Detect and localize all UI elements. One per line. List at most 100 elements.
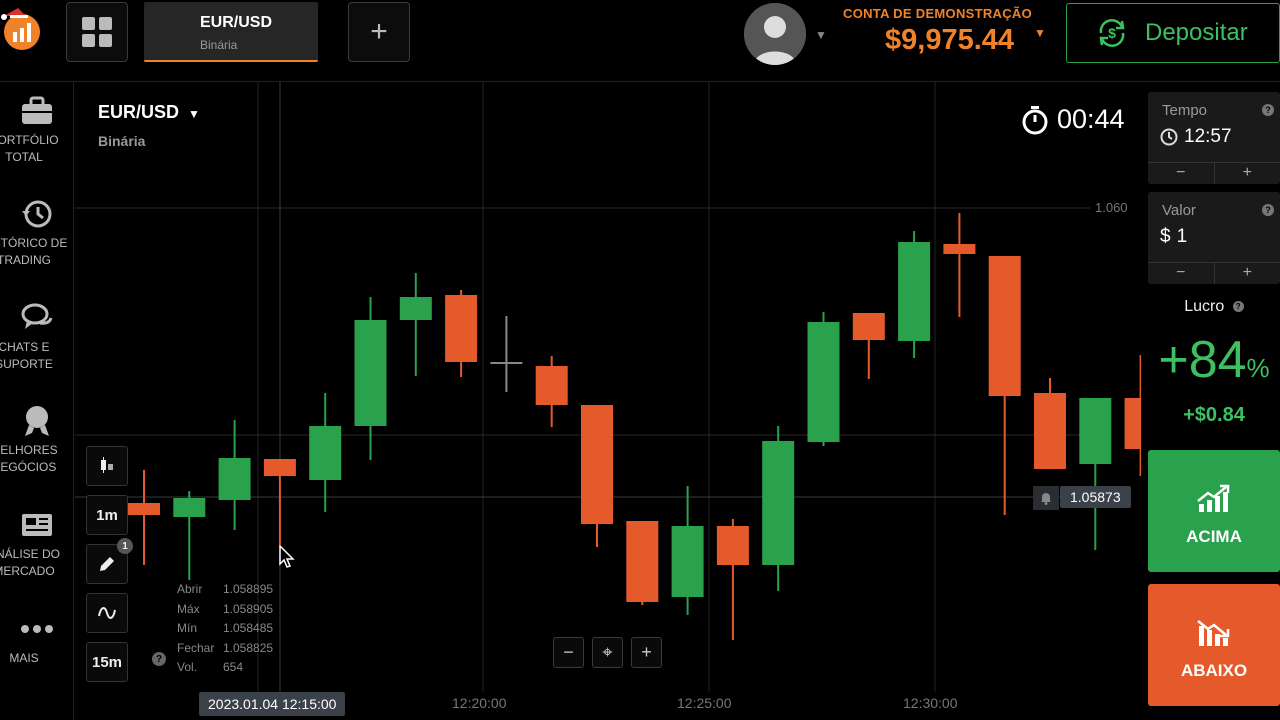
balance-chevron-down-icon[interactable]: ▼ bbox=[1034, 26, 1046, 40]
zoom-out-button[interactable]: − bbox=[553, 637, 584, 668]
timeframe-button[interactable]: 1m bbox=[86, 495, 128, 535]
ohlc-help-icon[interactable]: ? bbox=[152, 652, 166, 666]
sidebar-item-best-deals[interactable]: MELHORES NEGÓCIOS bbox=[0, 404, 73, 476]
time-value[interactable]: 12:57 bbox=[1160, 126, 1232, 148]
chevron-down-icon[interactable]: ▼ bbox=[815, 28, 827, 42]
hover-date-label: 2023.01.04 12:15:00 bbox=[199, 692, 346, 716]
trend-up-icon bbox=[1197, 484, 1230, 512]
amount-increase-button[interactable]: + bbox=[1215, 263, 1280, 284]
x-tick-label: 12:25:00 bbox=[677, 695, 732, 711]
asset-tab-eurusd[interactable]: EUR/USD Binária bbox=[144, 2, 318, 62]
zoom-controls: − ⌖ + bbox=[553, 637, 662, 668]
chart-asset-name: EUR/USD bbox=[98, 102, 180, 122]
sidebar-item-label: HISTÓRICO DE TRADING bbox=[0, 236, 68, 267]
grid-icon bbox=[82, 17, 112, 47]
sidebar-item-label: PORTFÓLIO TOTAL bbox=[0, 133, 59, 164]
sidebar-item-label: MAIS bbox=[9, 651, 39, 665]
clock-icon bbox=[1160, 128, 1178, 146]
zoom-in-button[interactable]: + bbox=[631, 637, 662, 668]
put-down-label: ABAIXO bbox=[1180, 661, 1248, 680]
indicators-button[interactable] bbox=[86, 593, 128, 633]
sidebar-item-label: MELHORES NEGÓCIOS bbox=[0, 443, 58, 474]
add-asset-button[interactable]: + bbox=[348, 2, 410, 62]
logo-icon[interactable] bbox=[0, 4, 46, 52]
time-selector[interactable]: Tempo ? 12:57 − + bbox=[1148, 92, 1280, 184]
sidebar-item-portfolio[interactable]: PORTFÓLIO TOTAL bbox=[0, 94, 73, 166]
account-balance[interactable]: $9,975.44 bbox=[885, 24, 1014, 57]
sidebar-item-market-analysis[interactable]: ANÁLISE DO MERCADO bbox=[0, 508, 73, 580]
candle-body bbox=[128, 503, 160, 515]
candle-body bbox=[309, 426, 342, 480]
ohlc-info: Abrir 1.058895 Máx 1.058905 Mín 1.058485 Fe… bbox=[177, 582, 274, 674]
profit-amount: +$0.84 bbox=[1183, 404, 1245, 426]
apps-grid-button[interactable] bbox=[66, 2, 128, 62]
candle-body bbox=[399, 297, 432, 320]
candle-body bbox=[354, 320, 387, 426]
sidebar-item-label: CHATS E SUPORTE bbox=[0, 340, 53, 371]
sidebar-item-chats[interactable]: CHATS E SUPORTE bbox=[0, 301, 73, 373]
profit-percent: +84% bbox=[1158, 331, 1270, 389]
chat-icon bbox=[21, 303, 53, 329]
call-up-button[interactable]: ACIMA bbox=[1148, 450, 1280, 572]
time-decrease-button[interactable]: − bbox=[1148, 163, 1215, 184]
candle-body bbox=[535, 366, 568, 405]
left-sidebar: PORTFÓLIO TOTAL HISTÓRICO DE TRADING CHA… bbox=[0, 82, 74, 720]
candle-period-button[interactable]: 15m bbox=[86, 642, 128, 682]
candle-body bbox=[445, 295, 478, 362]
candle-body bbox=[988, 256, 1021, 396]
candle-body bbox=[173, 498, 206, 517]
user-icon bbox=[744, 3, 806, 65]
price-alert-bell-icon[interactable] bbox=[1033, 486, 1059, 510]
indicator-wave-icon bbox=[98, 607, 116, 619]
chart-tools: 1m 1 15m bbox=[86, 446, 133, 691]
put-down-button[interactable]: ABAIXO bbox=[1148, 584, 1280, 706]
candle-body bbox=[581, 405, 613, 524]
time-label: Tempo bbox=[1162, 102, 1208, 119]
top-bar: EUR/USD Binária + ▼ CONTA DE DEMONSTRAÇÃ… bbox=[0, 0, 1280, 82]
candle-body bbox=[218, 458, 251, 500]
profit-label: Lucro ? bbox=[1148, 298, 1280, 316]
asset-tab-name: EUR/USD bbox=[200, 14, 273, 31]
candle-body bbox=[626, 521, 659, 602]
trading-app: EUR/USD Binária + ▼ CONTA DE DEMONSTRAÇÃ… bbox=[0, 0, 1280, 720]
time-increase-button[interactable]: + bbox=[1215, 163, 1280, 184]
time-stepper: − + bbox=[1148, 162, 1280, 184]
currency-symbol: $ bbox=[1160, 226, 1171, 247]
medal-icon bbox=[25, 406, 49, 436]
briefcase-icon bbox=[22, 96, 52, 124]
candle-body bbox=[898, 242, 931, 341]
candle-body bbox=[1034, 393, 1066, 469]
sidebar-item-label: ANÁLISE DO MERCADO bbox=[0, 547, 61, 578]
candle-body bbox=[263, 459, 296, 476]
candle-body bbox=[716, 526, 749, 565]
deposit-icon: $ bbox=[1099, 19, 1125, 47]
amount-decrease-button[interactable]: − bbox=[1148, 263, 1215, 284]
deposit-button[interactable]: $ Depositar bbox=[1066, 3, 1280, 63]
countdown-value: 00:44 bbox=[1057, 104, 1125, 134]
asset-tab-type: Binária bbox=[200, 38, 238, 52]
candles-icon bbox=[101, 457, 113, 473]
candle-body bbox=[943, 244, 976, 254]
pencil-icon bbox=[100, 557, 114, 571]
sidebar-item-more[interactable]: MAIS bbox=[0, 612, 73, 667]
avatar[interactable] bbox=[744, 3, 806, 65]
amount-selector[interactable]: Valor ? $ 1 − + bbox=[1148, 192, 1280, 284]
recenter-button[interactable]: ⌖ bbox=[592, 637, 623, 668]
account-type-label[interactable]: CONTA DE DEMONSTRAÇÃO bbox=[843, 6, 1032, 21]
chart-area[interactable]: EUR/USD ▼ Binária 00:44 1.05873 1m 1 15m… bbox=[75, 82, 1141, 720]
mouse-cursor-icon bbox=[279, 545, 295, 568]
amount-input[interactable]: $ 1 bbox=[1160, 226, 1187, 248]
call-up-label: ACIMA bbox=[1186, 527, 1242, 546]
sidebar-item-trading-history[interactable]: HISTÓRICO DE TRADING bbox=[0, 197, 73, 269]
help-icon[interactable]: ? bbox=[1262, 104, 1274, 116]
drawing-tools-button[interactable]: 1 bbox=[86, 538, 133, 584]
candle-body bbox=[1124, 398, 1141, 449]
history-icon bbox=[22, 200, 52, 228]
help-icon[interactable]: ? bbox=[1262, 204, 1274, 216]
help-icon[interactable]: ? bbox=[1232, 301, 1244, 312]
chart-asset-selector[interactable]: EUR/USD ▼ bbox=[98, 102, 200, 123]
amount-label: Valor bbox=[1162, 202, 1196, 219]
x-tick-label: 12:20:00 bbox=[452, 695, 507, 711]
chart-type-button[interactable] bbox=[86, 446, 128, 486]
current-price-label: 1.05873 bbox=[1060, 486, 1131, 508]
